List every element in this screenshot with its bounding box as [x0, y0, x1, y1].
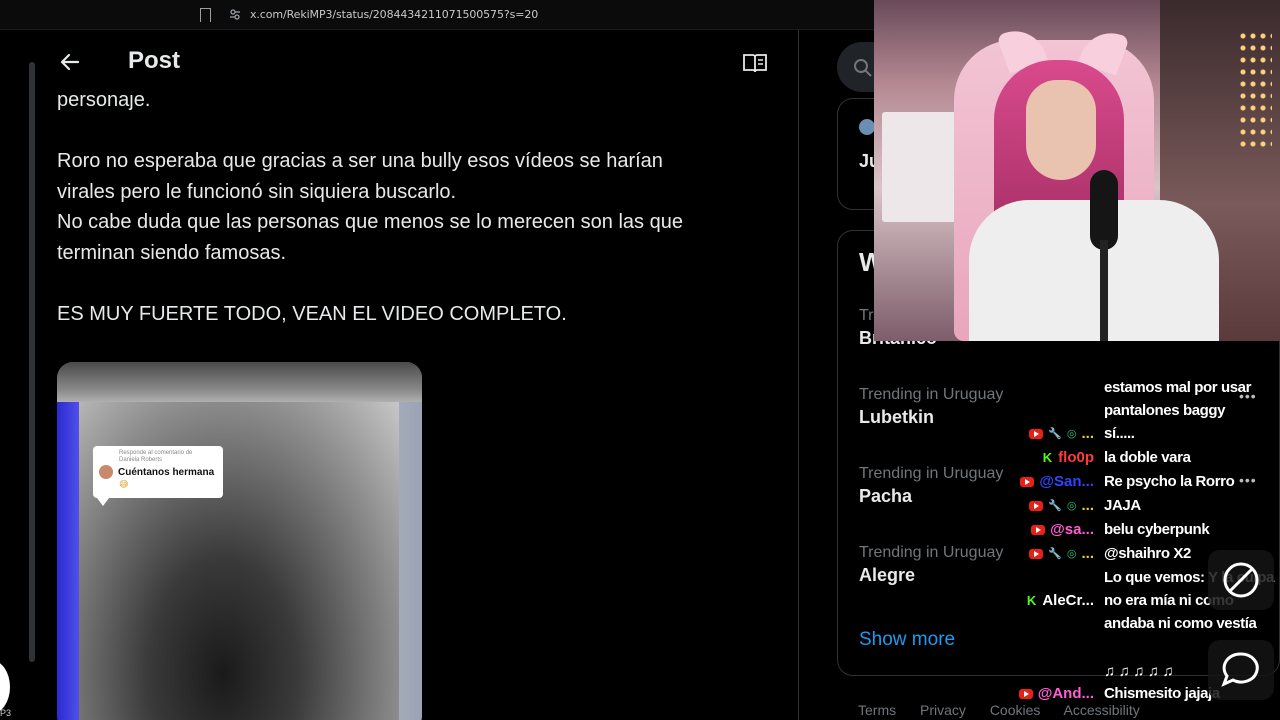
compass-icon	[1223, 562, 1259, 598]
chat-text: sí.....	[1104, 425, 1135, 442]
member-icon: ◎	[1066, 548, 1077, 560]
chat-badges: 🔧 ◎...	[1016, 494, 1104, 517]
user-avatar	[859, 119, 875, 135]
chat-badges: @San...	[1016, 470, 1104, 493]
tiktok-reply-sticker: Responde al comentario de Daniela Robert…	[93, 446, 223, 506]
reader-mode-icon[interactable]	[742, 52, 768, 74]
youtube-icon	[1029, 500, 1044, 511]
chat-badges	[1016, 376, 1104, 399]
post-video-media[interactable]: Responde al comentario de Daniela Robert…	[57, 362, 422, 720]
trend-item[interactable]: Trending in Uruguay Pacha	[859, 465, 1003, 507]
chat-author: AleCr...	[1042, 592, 1094, 609]
browser-address-bar[interactable]: x.com/RekiMP3/status/2084434211071500575…	[0, 0, 875, 30]
footer-link-privacy[interactable]: Privacy	[920, 702, 966, 718]
live-card[interactable]: Ju	[837, 98, 880, 210]
bookmark-icon[interactable]	[200, 8, 211, 22]
chat-badges: @And...	[1016, 682, 1104, 705]
more-icon[interactable]: •••	[1239, 388, 1257, 404]
chat-author: @sa...	[1050, 521, 1094, 538]
post-line: ES MUY FUERTE TODO, VEAN EL VIDEO COMPLE…	[57, 303, 567, 326]
reply-comment: Cuéntanos hermana	[118, 466, 215, 478]
chat-message: @sa... belu cyberpunk	[1016, 518, 1280, 541]
post-header: Post	[36, 30, 798, 94]
url-text[interactable]: x.com/RekiMP3/status/2084434211071500575…	[250, 8, 538, 21]
chat-badges: K AleCr...	[1016, 566, 1104, 635]
chat-author: @And...	[1037, 685, 1094, 702]
overlay-action-button[interactable]	[1208, 550, 1274, 610]
footer-link-terms[interactable]: Terms	[858, 702, 896, 718]
video-background	[57, 362, 422, 402]
chat-text: belu cyberpunk	[1104, 521, 1210, 538]
streamer-face	[1026, 80, 1096, 180]
moderator-icon: 🔧	[1048, 500, 1062, 512]
chat-author: ...	[1081, 545, 1094, 562]
trend-category: Trending in Uruguay	[859, 465, 1004, 482]
reply-emoji: 😅	[119, 479, 129, 489]
page-scrollbar[interactable]	[29, 62, 35, 662]
post-line: virales pero le funcionó sin siquiera bu…	[57, 180, 457, 203]
chat-bubble-icon	[1221, 652, 1259, 687]
youtube-icon	[1029, 548, 1044, 559]
post-line: ​	[57, 116, 777, 147]
youtube-icon	[1029, 428, 1044, 439]
post-column: Post personaje. ​ Roro no esperaba que g…	[36, 30, 799, 720]
chat-author: @San...	[1039, 473, 1094, 490]
chat-text: la doble vara	[1104, 449, 1191, 466]
search-icon	[854, 59, 872, 77]
trend-category: Trending in Uruguay	[859, 544, 1004, 561]
trend-item[interactable]: Trending in Uruguay Lubetkin	[859, 386, 1003, 428]
chat-badges	[1016, 399, 1104, 422]
chat-author: ...	[1081, 497, 1094, 514]
moderator-icon: 🔧	[1048, 548, 1062, 560]
trend-name: Alegre	[859, 565, 916, 585]
trend-category: Trending in Uruguay	[859, 386, 1004, 403]
moderator-icon: 🔧	[1048, 428, 1062, 440]
chat-badges: 🔧 ◎...	[1016, 422, 1104, 445]
chat-badges: @sa...	[1016, 518, 1104, 541]
chat-message: 🔧 ◎... sí.....	[1016, 422, 1280, 445]
post-line: ​	[57, 269, 777, 300]
kick-icon: K	[1042, 450, 1053, 465]
chat-message: 🔧 ◎... JAJA	[1016, 494, 1280, 517]
chat-author: flo0p	[1058, 449, 1094, 466]
reply-avatar	[99, 465, 113, 479]
microphone	[1090, 170, 1118, 250]
kick-icon: K	[1026, 593, 1037, 608]
reply-author: Daniela Roberts	[119, 457, 163, 463]
fairy-lights	[1238, 30, 1272, 150]
chat-text: JAJA	[1104, 497, 1141, 514]
more-icon[interactable]: •••	[1239, 472, 1257, 488]
post-line: No cabe duda que las personas que menos …	[57, 211, 683, 234]
back-arrow-icon[interactable]	[58, 50, 82, 74]
youtube-icon	[1020, 476, 1035, 487]
chat-badges	[1016, 660, 1104, 683]
member-icon: ◎	[1066, 500, 1077, 512]
chat-author: ...	[1081, 425, 1094, 442]
member-icon: ◎	[1066, 428, 1077, 440]
post-line: Roro no esperaba que gracias a ser una b…	[57, 150, 663, 173]
youtube-icon	[1018, 688, 1033, 699]
youtube-icon	[1031, 524, 1046, 535]
chat-badges: 🔧 ◎...	[1016, 542, 1104, 565]
reply-label: Responde al comentario de	[119, 450, 193, 456]
left-navigation-rail	[0, 30, 36, 720]
site-settings-icon[interactable]	[229, 8, 241, 20]
show-more-link[interactable]: Show more	[859, 629, 955, 651]
trend-name: Pacha	[859, 486, 913, 506]
microphone-arm	[1100, 240, 1108, 341]
trend-item[interactable]: Trending in Uruguay Alegre	[859, 544, 1003, 586]
chat-badges: Kflo0p	[1016, 446, 1104, 469]
page-title: Post	[128, 47, 181, 74]
overlay-chat-button[interactable]	[1208, 640, 1274, 700]
trend-name: Lubetkin	[859, 407, 934, 427]
post-body-text: personaje. ​ Roro no esperaba que gracia…	[57, 85, 777, 330]
chat-message: Kflo0p la doble vara	[1016, 446, 1280, 469]
post-line: terminan siendo famosas.	[57, 241, 287, 264]
streamer-webcam	[874, 0, 1280, 341]
account-avatar[interactable]	[0, 660, 10, 714]
left-rail-label: P3	[0, 708, 12, 718]
